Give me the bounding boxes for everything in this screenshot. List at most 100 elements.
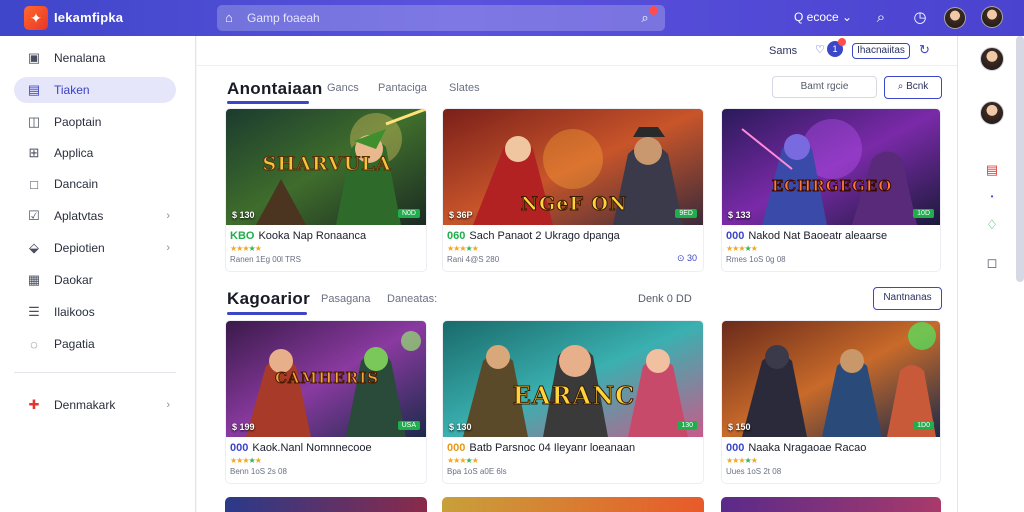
filter-input[interactable]: Bamt rgcie [772, 76, 877, 98]
search-bar[interactable]: ⌂ ⌕ [217, 5, 665, 31]
search-icon: ⌕ [897, 81, 907, 92]
toolbar-pill-button[interactable]: Ihacnaiitas [852, 43, 910, 59]
rating-stars: ★★★★★ [230, 244, 262, 253]
avatar[interactable] [980, 101, 1004, 125]
sidebar-item-paoptain[interactable]: ◫ Paoptain [14, 109, 176, 135]
game-meta: Benn 1oS 2s 08 [230, 467, 287, 476]
game-logo-text: EARANC [512, 381, 636, 411]
rating-stars: ★★★★★ [230, 456, 262, 465]
sidebar-item-ilaikoos[interactable]: ☰ Ilaikoos [14, 299, 176, 325]
bell-icon[interactable]: ♢ [983, 216, 1001, 234]
sidebar-item-label: Nenalana [54, 51, 106, 65]
game-cover-image: ECHRGEGEO $ 133 10D [722, 109, 940, 225]
tab-slates[interactable]: Slates [449, 82, 480, 94]
discount-badge: 130 [677, 421, 697, 430]
refresh-icon[interactable]: ↻ [919, 42, 930, 58]
sidebar-item-denmakark[interactable]: ✚ Denmakark › [14, 392, 176, 418]
sidebar-item-aplatvtas[interactable]: ☑ Aplatvtas › [14, 203, 176, 229]
game-name: Naaka Nragaoae Racao [748, 442, 867, 454]
avatar[interactable] [944, 7, 966, 29]
sidebar-divider [14, 372, 176, 373]
chevron-right-icon: › [166, 242, 170, 254]
game-card[interactable]: EARANC $ 130 130 000 Batb Parsnoc 04 Iley… [442, 320, 704, 484]
gift-icon[interactable]: ▤ [983, 161, 1001, 179]
discount-badge: USA [397, 421, 420, 430]
account-dropdown[interactable]: Q ecoce ⌄ [794, 10, 852, 24]
sidebar-item-label: Tiaken [54, 83, 90, 97]
game-card-partial[interactable] [225, 497, 427, 512]
game-card-partial[interactable] [442, 497, 704, 512]
store-search-icon: ⌂ [225, 10, 233, 25]
brand-name[interactable]: Iekamfipka [54, 10, 123, 25]
clock-icon[interactable]: ◷ [910, 8, 930, 28]
tab-daneatas[interactable]: Daneatas: [387, 293, 437, 305]
scrollbar[interactable] [1016, 36, 1024, 282]
tab-pasagana[interactable]: Pasagana [321, 293, 371, 305]
game-name: Batb Parsnoc 04 Ileyanr loeanaan [469, 442, 636, 454]
avatar[interactable] [980, 47, 1004, 71]
game-card-partial[interactable] [721, 497, 941, 512]
sidebar: ▣ Nenalana ▤ Tiaken ◫ Paoptain ⊞ Applica □ Da… [0, 36, 196, 512]
library-icon: ▤ [27, 82, 41, 97]
search-icon[interactable]: ⌕ [871, 8, 891, 28]
sidebar-item-depiotien[interactable]: ⬙ Depiotien › [14, 235, 176, 261]
notification-dot [649, 6, 658, 15]
game-title: 000 Naaka Nragaoae Racao [726, 442, 866, 454]
game-cover-image: CAMHERIS $ 199 USA [226, 321, 426, 437]
game-card[interactable]: SHARVULA $ 130 N0D KBO Kooka Nap Ronaanca… [225, 108, 427, 272]
game-code: 000 [447, 442, 466, 454]
tab-gancs[interactable]: Gancs [327, 82, 359, 94]
section-title: Kagoarior [227, 289, 310, 308]
game-card[interactable]: ECHRGEGEO $ 133 10D 000 Nakod Nat Baoeatr… [721, 108, 941, 272]
check-box-icon: ☑ [28, 208, 40, 223]
search-input[interactable] [247, 9, 627, 27]
sidebar-item-label: Aplatvtas [54, 209, 104, 223]
view-all-button[interactable]: Nantnanas [873, 287, 942, 310]
bag-icon: ◫ [27, 114, 41, 129]
price-label: $ 36P [449, 210, 473, 220]
search-button[interactable]: ⌕ Bcnk [884, 76, 942, 99]
sidebar-item-tiaken[interactable]: ▤ Tiaken [14, 77, 176, 103]
chevron-right-icon: › [166, 399, 170, 411]
game-card[interactable]: $ 150 1D0 000 Naaka Nragaoae Racao ★★★★★ … [721, 320, 941, 484]
sort-info[interactable]: Denk 0 DD [638, 293, 692, 305]
dot-icon: • [990, 192, 994, 201]
game-logo-text: NGeF ON [520, 193, 628, 216]
sidebar-item-applica[interactable]: ⊞ Applica [14, 140, 176, 166]
notification-badge[interactable]: 1 [827, 38, 846, 57]
message-icon[interactable]: ◻ [983, 254, 1001, 272]
camera-search-icon[interactable]: ⌕ [635, 6, 658, 28]
sidebar-item-label: Ilaikoos [54, 305, 95, 319]
section-underline [227, 101, 309, 104]
game-meta: Ranen 1Eg 00l TRS [230, 255, 302, 264]
notification-count: 1 [832, 44, 838, 54]
heart-icon[interactable]: ♡ [815, 43, 825, 56]
discount-badge: N0D [397, 209, 420, 218]
rating-stars: ★★★★★ [447, 456, 479, 465]
avatar[interactable] [981, 6, 1003, 28]
sidebar-item-dancain[interactable]: □ Dancain [14, 171, 176, 197]
game-title: KBO Kooka Nap Ronaanca [230, 230, 366, 242]
sidebar-item-pagatia[interactable]: ◌ Pagatia [14, 331, 176, 357]
sidebar-item-label: Applica [54, 146, 94, 160]
sidebar-item-nenalana[interactable]: ▣ Nenalana [14, 45, 176, 71]
logo-icon[interactable]: ✦ [24, 6, 48, 30]
square-icon: □ [30, 176, 38, 192]
game-code: 000 [726, 442, 745, 454]
puzzle-icon: ✚ [28, 397, 40, 412]
discount-badge: 10D [913, 209, 934, 218]
tab-pantaciga[interactable]: Pantaciga [378, 82, 427, 94]
discount-badge: 1D0 [913, 421, 934, 430]
price-label: $ 133 [728, 210, 751, 220]
price-label: $ 150 [728, 422, 751, 432]
game-card[interactable]: NGeF ON $ 36P 9ED 060 Sach Panaot 2 Ukrag… [442, 108, 704, 272]
game-meta: Uues 1oS 2t 08 [726, 467, 782, 476]
game-card[interactable]: CAMHERIS $ 199 USA 000 Kaok.Nanl Nomnneco… [225, 320, 427, 484]
sidebar-item-label: Dancain [54, 177, 99, 191]
toolbar-text[interactable]: Sams [769, 45, 797, 57]
game-code: 000 [726, 230, 745, 242]
game-logo-text: CAMHERIS [274, 369, 380, 388]
sidebar-item-daokar[interactable]: ▦ Daokar [14, 267, 176, 293]
main-content: Sams ♡ 1 Ihacnaiitas ↻ Anontaiaan Gancs … [197, 36, 957, 512]
game-name: Kaok.Nanl Nomnnecooe [252, 442, 372, 454]
